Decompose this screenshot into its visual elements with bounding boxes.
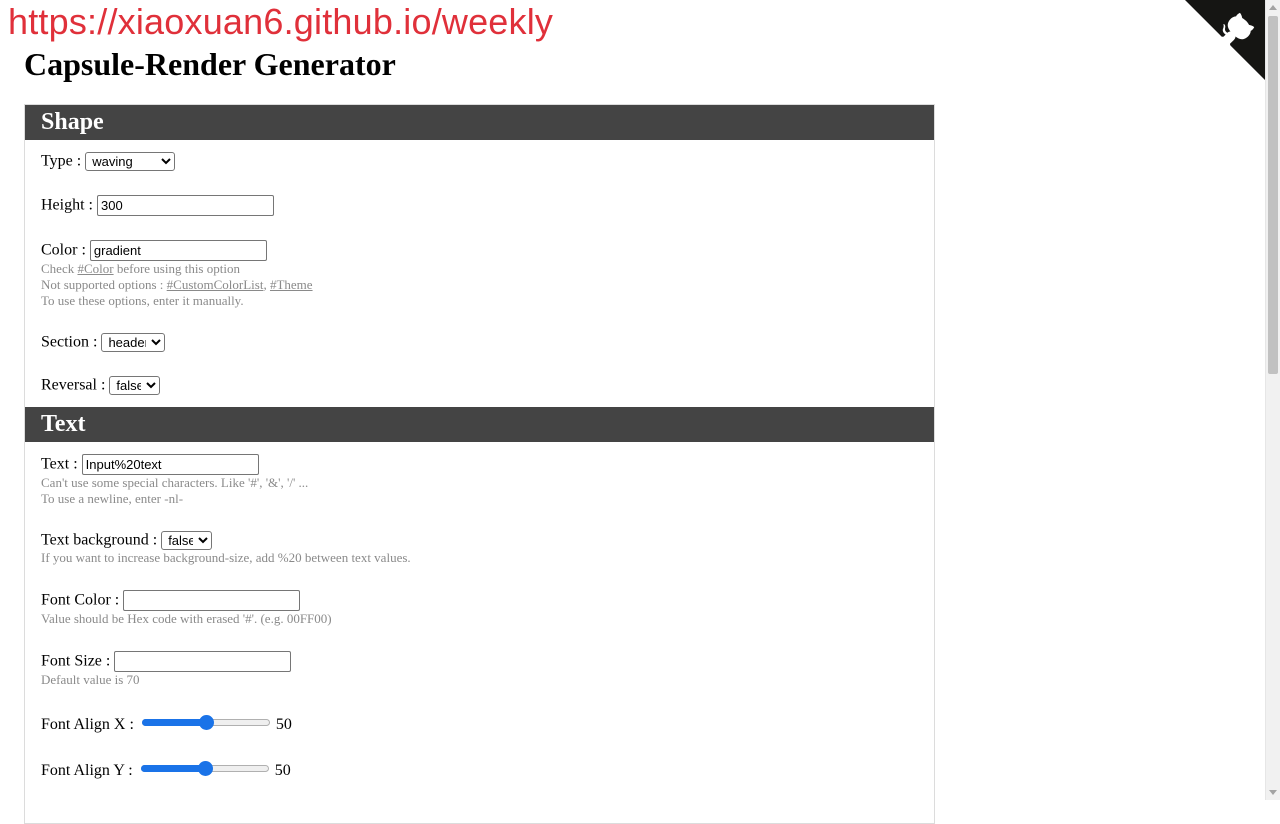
text-input[interactable] <box>81 454 259 475</box>
font-align-x-field: Font Align X : 50 <box>41 715 292 735</box>
text-background-label: Text background : <box>41 531 158 549</box>
font-align-y-slider[interactable] <box>140 760 269 777</box>
color-hint-check: Check #Color before using this option <box>41 261 240 276</box>
text-field: Text : <box>41 454 259 475</box>
font-size-field: Font Size : <box>41 651 292 672</box>
text-background-hint: If you want to increase background-size,… <box>41 550 411 565</box>
page-scrollbar[interactable] <box>1265 0 1280 800</box>
reversal-field: Reversal : false <box>41 375 161 395</box>
font-color-label: Font Color : <box>41 591 120 609</box>
type-field: Type : waving <box>41 151 176 171</box>
font-align-y-field: Font Align Y : 50 <box>41 761 291 781</box>
font-align-y-label: Font Align Y : <box>41 762 133 779</box>
color-field: Color : <box>41 240 267 261</box>
color-hint-manual: To use these options, enter it manually. <box>41 293 244 308</box>
page-title: Capsule-Render Generator <box>24 46 396 82</box>
generator-form: Shape Type : waving Height : Color : Che… <box>24 104 935 824</box>
color-input[interactable] <box>89 240 267 261</box>
height-label: Height : <box>41 196 93 214</box>
watermark-url: https://xiaoxuan6.github.io/weekly <box>8 1 554 42</box>
type-label: Type : <box>41 152 82 170</box>
color-hint-unsupported: Not supported options : #CustomColorList… <box>41 277 313 292</box>
color-label: Color : <box>41 241 86 259</box>
theme-link[interactable]: #Theme <box>270 277 313 292</box>
font-align-y-value: 50 <box>274 762 291 779</box>
custom-color-list-link[interactable]: #CustomColorList <box>167 277 264 292</box>
height-input[interactable] <box>97 195 274 216</box>
font-align-x-label: Font Align X : <box>41 716 134 733</box>
font-size-label: Font Size : <box>41 652 111 670</box>
font-color-input[interactable] <box>123 590 301 611</box>
github-octocat-icon <box>1185 0 1265 80</box>
scrollbar-thumb[interactable] <box>1268 16 1278 374</box>
section-select[interactable]: header <box>101 332 166 352</box>
font-align-x-value: 50 <box>275 716 292 733</box>
scroll-down-arrow-icon[interactable] <box>1269 790 1277 795</box>
font-color-hint: Value should be Hex code with erased '#'… <box>41 611 332 626</box>
font-size-input[interactable] <box>114 651 292 672</box>
text-label: Text : <box>41 455 78 473</box>
section-header-shape: Shape <box>25 105 934 140</box>
slider-fill <box>140 765 205 773</box>
type-select[interactable]: waving <box>85 151 176 171</box>
reversal-label: Reversal : <box>41 376 106 394</box>
font-align-x-slider[interactable] <box>141 714 270 731</box>
github-corner-link[interactable] <box>1185 0 1265 80</box>
reversal-select[interactable]: false <box>109 375 161 395</box>
slider-knob[interactable] <box>197 761 213 777</box>
slider-knob[interactable] <box>198 715 214 731</box>
color-doc-link[interactable]: #Color <box>77 261 113 276</box>
section-label: Section : <box>41 333 98 351</box>
section-header-text: Text <box>25 407 934 442</box>
text-hint-special-chars: Can't use some special characters. Like … <box>41 475 309 490</box>
section-field: Section : header <box>41 332 166 352</box>
slider-fill <box>141 719 206 727</box>
text-background-select[interactable]: false <box>161 530 213 550</box>
text-background-field: Text background : false <box>41 530 213 550</box>
font-color-field: Font Color : <box>41 590 301 611</box>
text-hint-newline: To use a newline, enter -nl- <box>41 491 184 506</box>
scroll-up-arrow-icon[interactable] <box>1269 5 1277 10</box>
font-size-hint: Default value is 70 <box>41 672 140 687</box>
height-field: Height : <box>41 195 274 216</box>
